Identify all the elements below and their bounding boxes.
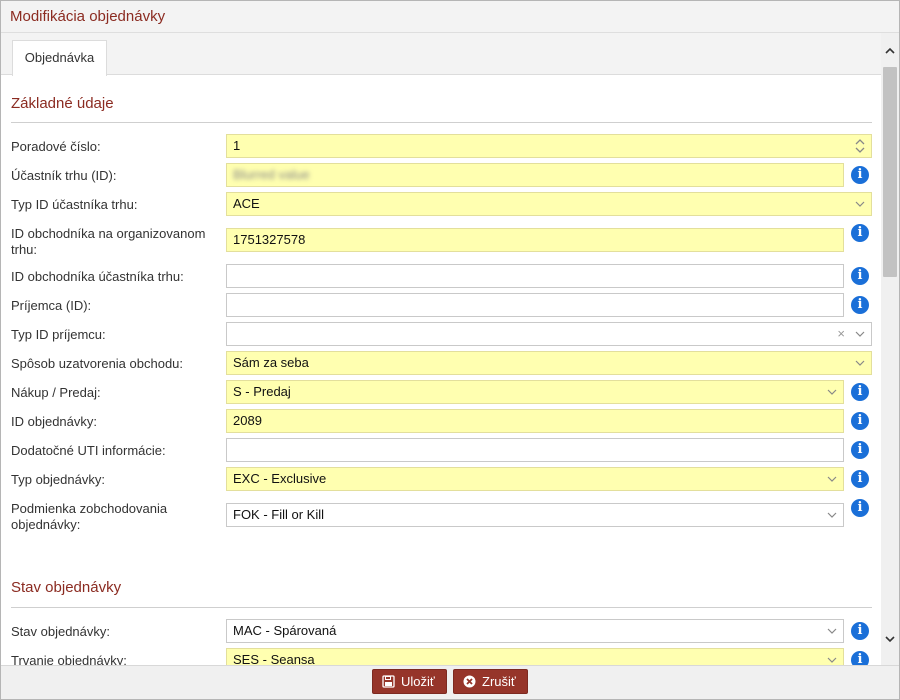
clear-icon[interactable]: × <box>837 323 845 345</box>
label-poradove-cislo: Poradové číslo: <box>11 139 101 154</box>
chevron-down-icon <box>827 628 837 634</box>
id-obchodnika-ucastnika-input[interactable] <box>226 264 844 288</box>
x-circle-icon <box>463 675 476 688</box>
chevron-down-icon <box>827 476 837 482</box>
save-button[interactable]: Uložiť <box>372 669 447 694</box>
section-title-basic: Základné údaje <box>11 95 114 112</box>
spinner-icon[interactable] <box>855 137 865 155</box>
dialog-footer: Uložiť Zrušiť <box>1 665 899 699</box>
info-icon[interactable]: i <box>851 267 869 285</box>
id-objednavky-input[interactable]: 2089 <box>226 409 844 433</box>
ucastnik-trhu-input[interactable]: Blurred value <box>226 163 844 187</box>
info-icon[interactable]: i <box>851 470 869 488</box>
form-scroll-area: Základné údaje Poradové číslo: 1 Účastní… <box>1 75 881 665</box>
typ-id-ucastnika-select[interactable]: ACE <box>226 192 872 216</box>
trvanie-objednavky-select[interactable]: SES - Seansa <box>226 648 844 665</box>
chevron-down-icon <box>855 360 865 366</box>
poradove-cislo-input[interactable]: 1 <box>226 134 872 158</box>
label-id-obchodnika-ucastnika: ID obchodníka účastníka trhu: <box>11 269 184 284</box>
tab-bar: Objednávka <box>1 33 881 76</box>
info-icon[interactable]: i <box>851 622 869 640</box>
cancel-button-label: Zrušiť <box>482 674 516 689</box>
info-icon[interactable]: i <box>851 499 869 517</box>
info-icon[interactable]: i <box>851 441 869 459</box>
label-trvanie-objednavky: Trvanie objednávky: <box>11 653 127 665</box>
poradove-cislo-value: 1 <box>233 138 241 153</box>
chevron-down-icon <box>827 389 837 395</box>
typ-objednavky-value: EXC - Exclusive <box>233 471 327 486</box>
sposob-uzatvorenia-value: Sám za seba <box>233 355 309 370</box>
typ-objednavky-select[interactable]: EXC - Exclusive <box>226 467 844 491</box>
info-icon[interactable]: i <box>851 296 869 314</box>
chevron-down-icon <box>827 657 837 663</box>
id-obchodnika-org-input[interactable]: 1751327578 <box>226 228 844 252</box>
label-prijemca: Príjemca (ID): <box>11 298 92 313</box>
podmienka-value: FOK - Fill or Kill <box>233 507 324 522</box>
chevron-down-icon <box>855 331 865 337</box>
typ-id-ucastnika-value: ACE <box>233 196 260 211</box>
section-divider <box>11 122 872 123</box>
info-icon[interactable]: i <box>851 224 869 242</box>
label-nakup-predaj: Nákup / Predaj: <box>11 385 101 400</box>
podmienka-select[interactable]: FOK - Fill or Kill <box>226 503 844 527</box>
section-divider <box>11 607 872 608</box>
tab-objednavka[interactable]: Objednávka <box>12 40 107 76</box>
sposob-uzatvorenia-select[interactable]: Sám za seba <box>226 351 872 375</box>
stav-objednavky-select[interactable]: MAC - Spárovaná <box>226 619 844 643</box>
prijemca-input[interactable] <box>226 293 844 317</box>
label-stav-objednavky: Stav objednávky: <box>11 624 111 639</box>
label-typ-id-prijemcu: Typ ID príjemcu: <box>11 327 106 342</box>
window-title: Modifikácia objednávky <box>10 8 166 25</box>
id-objednavky-value: 2089 <box>233 413 262 428</box>
label-id-obchodnika-org: ID obchodníka na organizovanom trhu: <box>11 226 206 257</box>
modal-window: Modifikácia objednávky Objednávka Základ… <box>0 0 900 700</box>
label-ucastnik-trhu: Účastník trhu (ID): <box>11 168 117 183</box>
chevron-down-icon <box>827 512 837 518</box>
label-typ-objednavky: Typ objednávky: <box>11 472 105 487</box>
nakup-predaj-value: S - Predaj <box>233 384 291 399</box>
save-button-label: Uložiť <box>401 674 435 689</box>
vertical-scrollbar[interactable] <box>881 33 899 665</box>
chevron-up-icon[interactable] <box>884 45 896 57</box>
trvanie-objednavky-value: SES - Seansa <box>233 652 315 665</box>
label-typ-id-ucastnika: Typ ID účastníka trhu: <box>11 197 138 212</box>
info-icon[interactable]: i <box>851 651 869 665</box>
uti-input[interactable] <box>226 438 844 462</box>
label-podmienka: Podmienka zobchodovania objednávky: <box>11 501 168 532</box>
floppy-disk-icon <box>382 675 395 688</box>
chevron-down-icon[interactable] <box>884 633 896 645</box>
section-title-status: Stav objednávky <box>11 579 122 596</box>
id-obchodnika-org-value: 1751327578 <box>233 232 306 247</box>
label-uti: Dodatočné UTI informácie: <box>11 443 166 458</box>
title-bar: Modifikácia objednávky <box>1 1 899 33</box>
chevron-down-icon <box>855 201 865 207</box>
cancel-button[interactable]: Zrušiť <box>453 669 528 694</box>
typ-id-prijemcu-select[interactable]: × <box>226 322 872 346</box>
nakup-predaj-select[interactable]: S - Predaj <box>226 380 844 404</box>
ucastnik-trhu-value: Blurred value <box>233 167 310 182</box>
stav-objednavky-value: MAC - Spárovaná <box>233 623 337 638</box>
scrollbar-thumb[interactable] <box>883 67 897 277</box>
info-icon[interactable]: i <box>851 383 869 401</box>
label-id-objednavky: ID objednávky: <box>11 414 97 429</box>
info-icon[interactable]: i <box>851 412 869 430</box>
label-sposob-uzatvorenia: Spôsob uzatvorenia obchodu: <box>11 356 184 371</box>
info-icon[interactable]: i <box>851 166 869 184</box>
